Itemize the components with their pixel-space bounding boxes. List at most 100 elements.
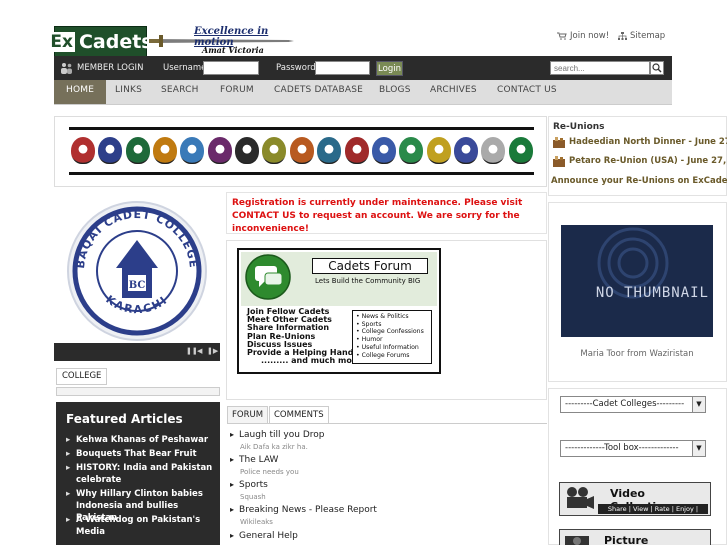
members-icon bbox=[61, 63, 72, 74]
featured-article-label: Bouquets That Bear Fruit bbox=[76, 449, 197, 459]
forum-item-title[interactable]: General Help bbox=[230, 531, 298, 541]
tab-forum[interactable]: FORUM bbox=[227, 406, 269, 424]
nav-search[interactable]: SEARCH bbox=[161, 80, 199, 104]
forum-item-title[interactable]: The LAW bbox=[230, 455, 278, 465]
forum-item-title[interactable]: Laugh till you Drop bbox=[230, 430, 324, 440]
nav-forum[interactable]: FORUM bbox=[220, 80, 254, 104]
pause-icon[interactable]: ❚❚ bbox=[186, 347, 198, 355]
username-input[interactable] bbox=[203, 61, 259, 75]
college-crest-icon[interactable] bbox=[481, 137, 505, 164]
college-crest-icon[interactable] bbox=[345, 137, 369, 164]
reunion-item-label: Hadeedian North Dinner - June 27, 2009 bbox=[569, 137, 727, 147]
no-thumbnail-image[interactable]: NO THUMBNAIL bbox=[561, 225, 713, 337]
college-tab-panel bbox=[56, 387, 220, 396]
forum-ad-title: Cadets Forum bbox=[312, 258, 428, 274]
picture-collection-title: Picture Collection bbox=[604, 534, 649, 545]
college-crest-icon[interactable] bbox=[208, 137, 232, 164]
registration-message: Registration is currently under maintena… bbox=[232, 198, 523, 234]
forum-ad-bullet: • College Confessions bbox=[356, 328, 424, 336]
cart-icon bbox=[557, 32, 567, 40]
featured-article-label: A Watchdog on Pakistan's Media bbox=[76, 515, 201, 537]
picture-collection-button[interactable]: Picture Collection bbox=[559, 529, 711, 545]
college-crest-icon[interactable] bbox=[290, 137, 314, 164]
featured-article[interactable]: Bouquets That Bear Fruit bbox=[66, 448, 216, 460]
forum-ad-right-list: • News & Politics • Sports • College Con… bbox=[352, 310, 432, 364]
dinner-icon bbox=[553, 137, 565, 148]
college-crest-icon[interactable] bbox=[180, 137, 204, 164]
college-crest-icon[interactable] bbox=[454, 137, 478, 164]
featured-article[interactable]: Kehwa Khanas of Peshawar bbox=[66, 434, 216, 446]
dropdown-arrow-icon: ▼ bbox=[692, 397, 705, 412]
nothumb-label: NO THUMBNAIL bbox=[595, 285, 709, 301]
college-crest-icon[interactable] bbox=[509, 137, 533, 164]
video-links: Share | View | Rate | Enjoy | Return bbox=[598, 504, 708, 523]
nav-links[interactable]: LINKS bbox=[115, 80, 142, 104]
dropdown-arrow-icon: ▼ bbox=[692, 441, 705, 456]
tab-divider bbox=[227, 423, 547, 424]
nav-home[interactable]: HOME bbox=[54, 80, 107, 104]
forum-ad-box: Cadets Forum Lets Build the Community BI… bbox=[226, 240, 547, 400]
search-icon bbox=[652, 63, 662, 73]
announce-reunions-link[interactable]: Announce your Re-Unions on ExCadets bbox=[551, 176, 727, 186]
toolbox-value: -------------Tool box------------- bbox=[565, 443, 679, 453]
forum-item-sub: Wikileaks bbox=[240, 518, 273, 526]
search-button[interactable] bbox=[650, 61, 664, 75]
next-icon[interactable]: ❚▶ bbox=[207, 347, 218, 355]
logo-box: Ex Cadets bbox=[48, 26, 153, 57]
forum-item-sub: Police needs you bbox=[240, 468, 299, 476]
login-button[interactable]: Login bbox=[376, 61, 403, 76]
forum-ad-subtitle: Lets Build the Community BIG bbox=[315, 277, 421, 285]
nav-archives[interactable]: ARCHIVES bbox=[430, 80, 477, 104]
featured-article[interactable]: HISTORY: India and Pakistan celebrate bbox=[66, 462, 216, 486]
prev-icon[interactable]: ◀ bbox=[197, 347, 202, 355]
featured-article-label: Kehwa Khanas of Peshawar bbox=[76, 435, 209, 445]
forum-ad-bullet: • News & Politics bbox=[356, 313, 409, 320]
cadet-colleges-value: ---------Cadet Colleges--------- bbox=[565, 399, 685, 409]
tab-college[interactable]: COLLEGE bbox=[56, 368, 108, 385]
featured-article[interactable]: A Watchdog on Pakistan's Media bbox=[66, 514, 216, 538]
toolbox-select[interactable]: -------------Tool box------------- ▼ bbox=[560, 440, 706, 457]
site-logo[interactable]: Ex Cadets Excellence in motion Amat Vict… bbox=[48, 26, 294, 65]
video-collection-button[interactable]: Video Collection Share | View | Rate | E… bbox=[559, 482, 711, 523]
college-crest-icon[interactable] bbox=[71, 137, 95, 164]
forum-item-title[interactable]: Sports bbox=[230, 480, 268, 490]
cadet-colleges-select[interactable]: ---------Cadet Colleges--------- ▼ bbox=[560, 396, 706, 413]
college-crest-icon[interactable] bbox=[372, 137, 396, 164]
join-label: Join now! bbox=[570, 31, 610, 41]
college-slideshow[interactable]: BC BAQAI CADET COLLEGE KARACHI bbox=[54, 190, 220, 362]
college-crest-icon[interactable] bbox=[235, 137, 259, 164]
join-link[interactable]: Join now! bbox=[557, 31, 609, 41]
college-crest-icon[interactable] bbox=[427, 137, 451, 164]
nav-blogs[interactable]: BLOGS bbox=[379, 80, 411, 104]
sitemap-label: Sitemap bbox=[630, 31, 666, 41]
sitemap-icon bbox=[618, 32, 627, 40]
password-input[interactable] bbox=[315, 61, 370, 75]
nav-contact-us[interactable]: CONTACT US bbox=[497, 80, 557, 104]
college-crest-icon[interactable] bbox=[126, 137, 150, 164]
tab-comments[interactable]: COMMENTS bbox=[269, 406, 329, 424]
nav-cadets-database[interactable]: CADETS DATABASE bbox=[274, 80, 363, 104]
nav-divider bbox=[54, 104, 672, 105]
forum-ad-bullet: • Useful Information bbox=[356, 343, 419, 351]
college-seal-image: BC BAQAI CADET COLLEGE KARACHI bbox=[67, 201, 207, 341]
cadets-forum-banner[interactable]: Cadets Forum Lets Build the Community BI… bbox=[237, 248, 441, 374]
college-crest-icon[interactable] bbox=[317, 137, 341, 164]
college-crest-icon[interactable] bbox=[153, 137, 177, 164]
crest-strip bbox=[69, 127, 534, 175]
search-input[interactable] bbox=[550, 61, 650, 75]
reunions-title: Re-Unions bbox=[553, 122, 605, 132]
thumbnail-caption: Maria Toor from Waziristan bbox=[580, 349, 694, 359]
login-bar: MEMBER LOGIN Username Password Login bbox=[54, 56, 672, 80]
college-crest-icon[interactable] bbox=[399, 137, 423, 164]
thumbnail-pattern bbox=[597, 227, 669, 299]
forum-item-title[interactable]: Breaking News - Please Report bbox=[230, 505, 377, 515]
password-label: Password bbox=[276, 63, 316, 73]
forum-item-sub: Squash bbox=[240, 493, 266, 501]
college-crest-icon[interactable] bbox=[98, 137, 122, 164]
sitemap-link[interactable]: Sitemap bbox=[618, 31, 665, 41]
college-crest-icon[interactable] bbox=[262, 137, 286, 164]
college-crest-banner bbox=[54, 116, 547, 187]
camera-icon bbox=[565, 536, 589, 545]
featured-articles: Featured Articles Kehwa Khanas of Peshaw… bbox=[56, 402, 220, 545]
logo-ex: Ex bbox=[48, 31, 75, 52]
